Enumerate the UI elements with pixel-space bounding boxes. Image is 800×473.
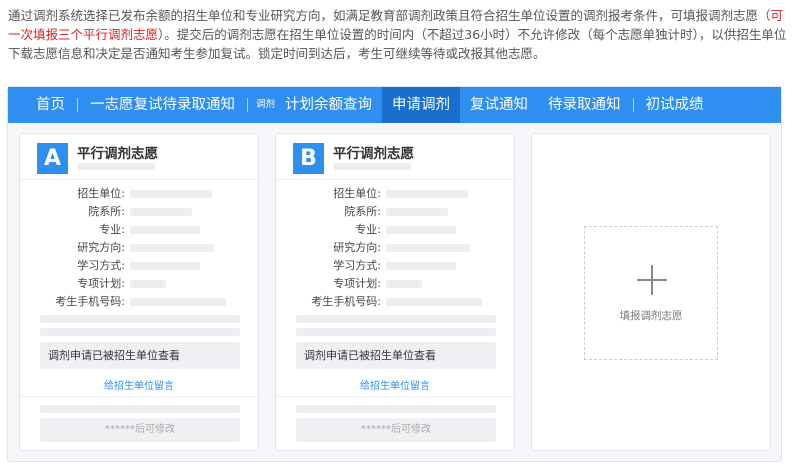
- choice-letter-badge: B: [293, 143, 324, 174]
- nav-first-choice-notice[interactable]: 一志愿复试待录取通知: [80, 87, 245, 123]
- field-row: 考生手机号码:: [20, 293, 258, 311]
- nav-divider: [632, 98, 634, 112]
- field-label: 考生手机号码:: [311, 295, 381, 308]
- field-row: 学习方式:: [276, 257, 514, 275]
- leave-message-link[interactable]: 给招生单位留言: [20, 377, 258, 392]
- text-placeholder: [40, 405, 240, 413]
- leave-message-link[interactable]: 给招生单位留言: [276, 377, 514, 392]
- choice-card-a: A 平行调剂志愿 招生单位: 院系所: 专业: 研究方向: 学习方式: 专项计划…: [19, 133, 259, 451]
- text-placeholder: [296, 315, 496, 323]
- text-placeholder: [40, 328, 240, 336]
- field-row: 院系所:: [20, 203, 258, 221]
- field-value-placeholder: [130, 262, 200, 270]
- add-choice-label: 填报调剂志愿: [619, 310, 683, 322]
- field-row: 学习方式:: [20, 257, 258, 275]
- field-value-placeholder: [386, 208, 448, 216]
- field-label: 招生单位:: [333, 187, 381, 200]
- field-value-placeholder: [386, 298, 482, 306]
- field-value-placeholder: [386, 262, 456, 270]
- card-title: 平行调剂志愿: [333, 146, 414, 162]
- nav-home[interactable]: 首页: [26, 87, 75, 123]
- card-subtitle-placeholder: [333, 163, 411, 170]
- nav-prefix-adjust: 调剂: [256, 99, 276, 110]
- field-label: 招生单位:: [77, 187, 125, 200]
- field-row: 院系所:: [276, 203, 514, 221]
- nav-apply-adjustment[interactable]: 申请调剂: [382, 87, 461, 123]
- field-label: 专项计划:: [77, 277, 125, 290]
- card-header: B 平行调剂志愿: [276, 134, 514, 180]
- field-label: 研究方向:: [333, 241, 381, 254]
- intro-text: 通过调剂系统选择已发布余额的招生单位和专业研究方向，如满足教育部调剂政策且符合招…: [8, 6, 794, 63]
- edit-lock-button[interactable]: ******后可修改: [296, 418, 496, 442]
- intro-part1: 通过调剂系统选择已发布余额的招生单位和专业研究方向，如满足教育部调剂政策且符合招…: [8, 8, 771, 23]
- nav-admission-notice[interactable]: 待录取通知: [538, 87, 631, 123]
- field-row: 专业:: [276, 221, 514, 239]
- card-subtitle-placeholder: [77, 163, 155, 170]
- viewed-status-notice: 调剂申请已被招生单位查看: [40, 342, 240, 369]
- field-value-placeholder: [130, 244, 214, 252]
- divider: [20, 396, 258, 397]
- field-row: 招生单位:: [20, 185, 258, 203]
- nav-divider: [77, 98, 78, 112]
- field-value-placeholder: [130, 208, 192, 216]
- add-choice-button[interactable]: 填报调剂志愿: [584, 226, 718, 360]
- plus-icon: [637, 265, 667, 295]
- field-row: 专项计划:: [20, 275, 258, 293]
- field-label: 专业:: [99, 223, 125, 236]
- field-value-placeholder: [386, 244, 470, 252]
- nav-plan-balance[interactable]: 计划余额查询: [275, 87, 382, 123]
- field-row: 考生手机号码:: [276, 293, 514, 311]
- card-title: 平行调剂志愿: [77, 146, 158, 162]
- card-header: A 平行调剂志愿: [20, 134, 258, 180]
- nav-retest-notice[interactable]: 复试通知: [460, 87, 538, 123]
- top-nav: 首页 一志愿复试待录取通知 调剂 计划余额查询 申请调剂 复试通知 待录取通知 …: [8, 87, 781, 123]
- nav-initial-score[interactable]: 初试成绩: [636, 87, 714, 123]
- edit-lock-button[interactable]: ******后可修改: [40, 418, 240, 442]
- field-value-placeholder: [130, 280, 166, 288]
- text-placeholder: [296, 405, 496, 413]
- field-label: 专项计划:: [333, 277, 381, 290]
- choice-letter-badge: A: [37, 143, 68, 174]
- field-value-placeholder: [386, 280, 422, 288]
- field-label: 专业:: [355, 223, 381, 236]
- field-row: 招生单位:: [276, 185, 514, 203]
- field-value-placeholder: [386, 226, 456, 234]
- field-row: 专业:: [20, 221, 258, 239]
- field-row: 研究方向:: [276, 239, 514, 257]
- text-placeholder: [296, 328, 496, 336]
- field-value-placeholder: [130, 190, 212, 198]
- field-label: 学习方式:: [333, 259, 381, 272]
- add-choice-card: 填报调剂志愿: [531, 133, 771, 451]
- field-label: 学习方式:: [77, 259, 125, 272]
- text-placeholder: [40, 315, 240, 323]
- field-row: 研究方向:: [20, 239, 258, 257]
- field-label: 院系所:: [344, 205, 381, 218]
- field-value-placeholder: [130, 226, 200, 234]
- field-label: 研究方向:: [77, 241, 125, 254]
- field-label: 院系所:: [88, 205, 125, 218]
- divider: [276, 396, 514, 397]
- field-label: 考生手机号码:: [55, 295, 125, 308]
- choice-card-b: B 平行调剂志愿 招生单位: 院系所: 专业: 研究方向: 学习方式: 专项计划…: [275, 133, 515, 451]
- field-row: 专项计划:: [276, 275, 514, 293]
- adjustment-panel: 首页 一志愿复试待录取通知 调剂 计划余额查询 申请调剂 复试通知 待录取通知 …: [7, 86, 782, 462]
- field-value-placeholder: [386, 190, 468, 198]
- nav-divider: [247, 98, 248, 112]
- field-value-placeholder: [130, 298, 226, 306]
- viewed-status-notice: 调剂申请已被招生单位查看: [296, 342, 496, 369]
